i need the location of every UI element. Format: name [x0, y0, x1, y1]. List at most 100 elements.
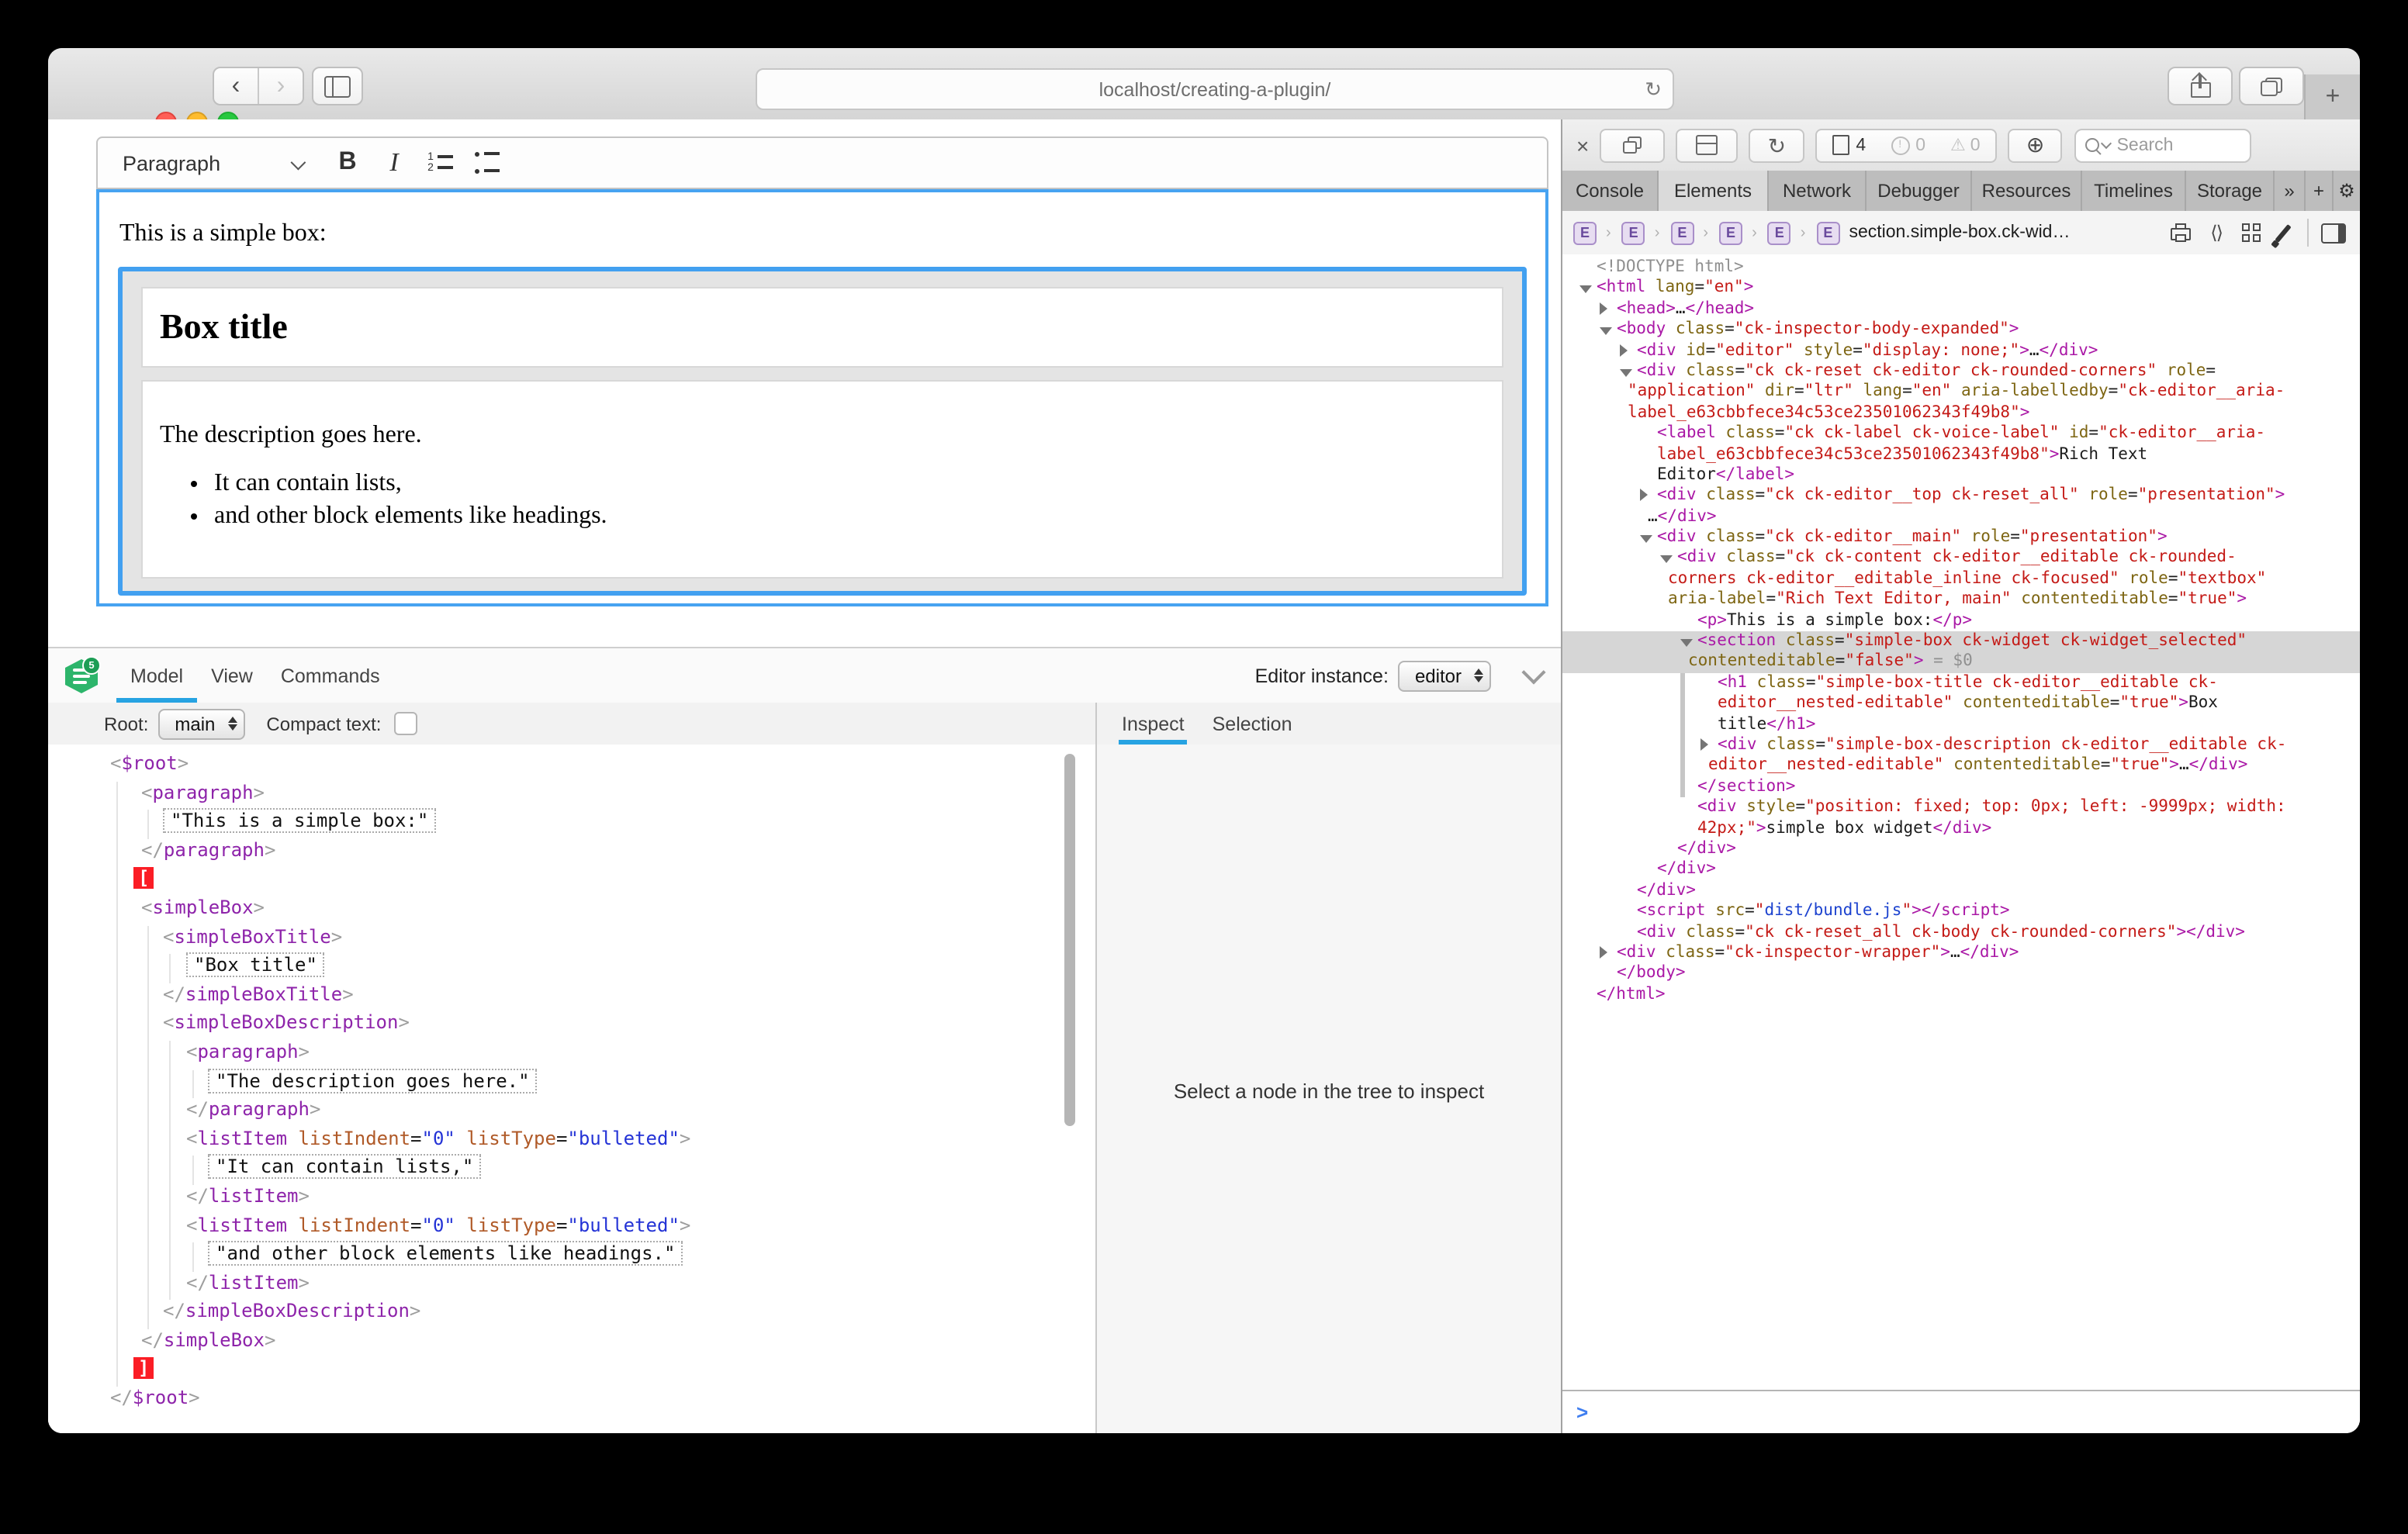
tab-network[interactable]: Network [1769, 171, 1867, 211]
dom-tree-line[interactable]: aria-label="Rich Text Editor, main" cont… [1562, 590, 2360, 611]
resource-status-button[interactable]: 4 ! 0 ⚠ 0 [1815, 128, 1997, 162]
detach-inspector-button[interactable] [1600, 128, 1665, 162]
root-select[interactable]: main [157, 708, 244, 739]
model-tree-line[interactable]: </simpleBoxDescription> [48, 1301, 1095, 1329]
dom-tree-line[interactable]: </section> [1562, 777, 2360, 798]
more-tabs-button[interactable]: » [2275, 171, 2306, 211]
italic-button[interactable]: I [371, 147, 417, 178]
dom-tree-line[interactable]: <div class="ck ck-content ck-editor__edi… [1562, 548, 2360, 569]
model-tree-line[interactable]: </paragraph> [48, 1098, 1095, 1127]
element-badge-icon[interactable]: E [1816, 221, 1839, 244]
tab-inspect[interactable]: Inspect [1119, 703, 1188, 744]
tab-debugger[interactable]: Debugger [1867, 171, 1972, 211]
numbered-list-button[interactable]: 1 2 [417, 149, 464, 177]
console-prompt-bar[interactable]: > [1562, 1390, 2360, 1433]
list-item[interactable]: and other block elements like headings. [214, 503, 1502, 530]
dom-tree-line[interactable]: <h1 class="simple-box-title ck-editor__e… [1562, 673, 2360, 694]
disclosure-open-icon[interactable] [1600, 327, 1612, 335]
model-tree-line[interactable]: </listItem> [48, 1185, 1095, 1214]
dom-tree-line[interactable]: </div> [1562, 880, 2360, 901]
close-inspector-button[interactable]: × [1576, 133, 1589, 157]
disclosure-open-icon[interactable] [1579, 285, 1592, 293]
bulleted-list-button[interactable] [464, 149, 510, 177]
print-styles-icon[interactable] [2170, 223, 2190, 242]
dock-inspector-button[interactable] [1676, 128, 1738, 162]
disclosure-open-icon[interactable] [1640, 535, 1652, 543]
dom-tree-line[interactable]: "application" dir="ltr" lang="en" aria-l… [1562, 382, 2360, 403]
dom-tree-line[interactable]: <!DOCTYPE html> [1562, 257, 2360, 278]
bold-button[interactable]: B [324, 149, 371, 177]
model-tree-line[interactable]: <simpleBoxDescription> [48, 1012, 1095, 1041]
disclosure-closed-icon[interactable] [1700, 738, 1708, 751]
new-tab-button[interactable]: + [2304, 74, 2360, 119]
tab-model[interactable]: Model [116, 649, 197, 702]
forward-button[interactable]: › [258, 68, 303, 104]
tab-selection[interactable]: Selection [1209, 703, 1296, 744]
tab-view[interactable]: View [197, 649, 267, 702]
disclosure-closed-icon[interactable] [1640, 489, 1648, 502]
list-item[interactable]: It can contain lists, [214, 470, 1502, 498]
model-tree-line[interactable]: <paragraph> [48, 1041, 1095, 1069]
simple-box-description[interactable]: The description goes here. It can contai… [141, 380, 1503, 579]
share-button[interactable] [2168, 67, 2233, 105]
add-tab-button[interactable]: + [2306, 171, 2334, 211]
dom-tree-line[interactable]: <div class="ck ck-editor__main" role="pr… [1562, 527, 2360, 548]
compact-text-checkbox[interactable] [393, 712, 417, 735]
disclosure-open-icon[interactable] [1680, 638, 1693, 646]
reload-icon[interactable]: ↻ [1645, 77, 1662, 102]
model-tree-line[interactable]: <listItem listIndent="0" listType="bulle… [48, 1214, 1095, 1242]
model-tree-line[interactable]: "Box title" [48, 954, 1095, 983]
dom-tree-line[interactable]: <html lang="en"> [1562, 278, 2360, 299]
dom-tree-line[interactable]: contenteditable="false"> = $0 [1562, 652, 2360, 673]
disclosure-open-icon[interactable] [1660, 555, 1673, 563]
dom-tree-line[interactable]: <div class="ck ck-editor__top ck-reset_a… [1562, 486, 2360, 507]
inspector-search-field[interactable]: Search [2075, 128, 2252, 162]
tab-overview-button[interactable] [2239, 67, 2304, 105]
element-badge-icon[interactable]: E [1719, 221, 1742, 244]
model-tree-line[interactable]: </simpleBox> [48, 1329, 1095, 1358]
dom-tree-line[interactable]: <div class="ck-inspector-wrapper">…</div… [1562, 943, 2360, 964]
dom-tree-line[interactable]: <label class="ck ck-label ck-voice-label… [1562, 423, 2360, 444]
dom-tree-line[interactable]: <body class="ck-inspector-body-expanded"… [1562, 320, 2360, 340]
model-tree-line[interactable]: "It can contain lists," [48, 1156, 1095, 1185]
rich-text-editor[interactable]: This is a simple box: Box title The desc… [96, 189, 1548, 606]
model-tree-line[interactable]: <simpleBox> [48, 897, 1095, 925]
dom-tree-line[interactable]: <section class="simple-box ck-widget ck-… [1562, 631, 2360, 652]
model-tree-line[interactable]: [ [48, 868, 1095, 897]
element-badge-icon[interactable]: E [1622, 221, 1645, 244]
settings-button[interactable]: ⚙ [2334, 171, 2360, 211]
tab-storage[interactable]: Storage [2186, 171, 2275, 211]
dom-tree-line[interactable]: label_e63cbbfece34c53ce23501062343f49b8"… [1562, 403, 2360, 423]
back-button[interactable]: ‹ [214, 68, 258, 104]
editor-instance-select[interactable]: editor [1398, 660, 1491, 691]
layout-grid-icon[interactable] [2242, 223, 2261, 242]
element-badge-icon[interactable]: E [1768, 221, 1791, 244]
model-tree-line[interactable]: ] [48, 1358, 1095, 1387]
dom-tree-line[interactable]: <div class="simple-box-description ck-ed… [1562, 735, 2360, 756]
tab-elements[interactable]: Elements [1659, 171, 1769, 211]
model-tree-line[interactable]: </listItem> [48, 1271, 1095, 1300]
paragraph-dropdown[interactable]: Paragraph [98, 151, 324, 174]
model-tree-line[interactable]: </paragraph> [48, 839, 1095, 868]
model-tree-line[interactable]: <paragraph> [48, 781, 1095, 810]
model-tree-line[interactable]: <simpleBoxTitle> [48, 925, 1095, 954]
dom-tree-line[interactable]: …</div> [1562, 506, 2360, 527]
dom-tree-line[interactable]: editor__nested-editable" contenteditable… [1562, 756, 2360, 777]
model-tree-scrollbar[interactable] [1064, 754, 1075, 1126]
dom-tree-line[interactable]: </html> [1562, 984, 2360, 1005]
styles-brush-icon[interactable] [2275, 223, 2291, 242]
dom-tree-line[interactable]: <head>…</head> [1562, 299, 2360, 320]
dom-tree-line[interactable]: <script src="dist/bundle.js"></script> [1562, 901, 2360, 922]
simple-box-title[interactable]: Box title [141, 287, 1503, 368]
dom-tree-line[interactable]: Editor</label> [1562, 465, 2360, 486]
dom-tree-line[interactable]: </div> [1562, 860, 2360, 881]
dom-tree-line[interactable]: <p>This is a simple box:</p> [1562, 610, 2360, 631]
disclosure-closed-icon[interactable] [1600, 302, 1607, 315]
element-badge-icon[interactable]: E [1573, 221, 1597, 244]
dom-tree-line[interactable]: <div style="position: fixed; top: 0px; l… [1562, 797, 2360, 818]
dom-tree-line[interactable]: <div id="editor" style="display: none;">… [1562, 340, 2360, 361]
dom-tree-line[interactable]: label_e63cbbfece34c53ce23501062343f49b8"… [1562, 444, 2360, 465]
dom-tree-line[interactable]: <div class="ck ck-reset_all ck-body ck-r… [1562, 922, 2360, 943]
model-tree-line[interactable]: </simpleBoxTitle> [48, 983, 1095, 1012]
disclosure-open-icon[interactable] [1620, 368, 1632, 376]
